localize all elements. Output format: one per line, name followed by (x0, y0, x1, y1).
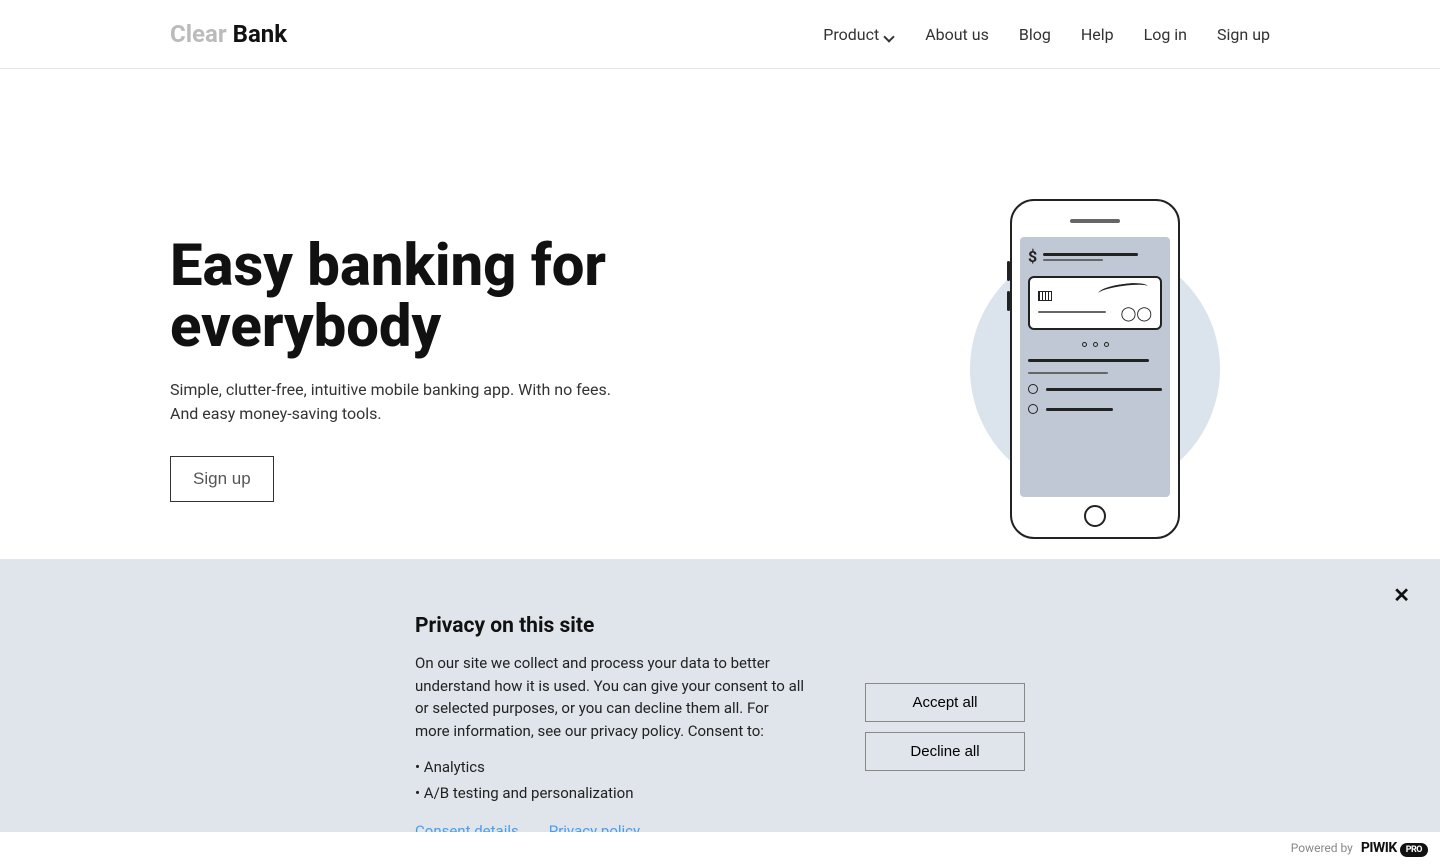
card-logo-icon: ◯◯ (1121, 306, 1152, 322)
hero-image: $ ◯◯ (920, 169, 1270, 569)
consent-title: Privacy on this site (415, 614, 805, 638)
logo-bank: Bank (233, 20, 287, 48)
close-button[interactable]: ✕ (1393, 583, 1410, 607)
hero-section: Easy banking for everybody Simple, clutt… (0, 69, 1440, 569)
hero-title: Easy banking for everybody (170, 236, 710, 358)
credit-card-illustration: ◯◯ (1028, 276, 1162, 330)
nav-login[interactable]: Log in (1144, 25, 1187, 44)
logo[interactable]: Clear Bank (170, 20, 287, 48)
nav-product-label: Product (823, 25, 879, 44)
consent-banner: ✕ Privacy on this site On our site we co… (0, 559, 1440, 864)
powered-label: Powered by (1291, 841, 1353, 855)
nav-help[interactable]: Help (1081, 25, 1114, 44)
list-row (1028, 404, 1162, 414)
consent-bullet-analytics: • Analytics (415, 758, 805, 776)
phone-screen: $ ◯◯ (1020, 237, 1170, 497)
dot-icon (1104, 342, 1109, 347)
bullet-icon (1028, 404, 1038, 414)
phone-side-button (1007, 261, 1010, 281)
consent-text: On our site we collect and process your … (415, 652, 805, 742)
phone-speaker (1070, 219, 1120, 223)
phone-illustration: $ ◯◯ (1010, 199, 1180, 539)
powered-by: Powered by PIWIK PRO (0, 832, 1440, 864)
consent-bullets: • Analytics • A/B testing and personaliz… (415, 758, 805, 802)
piwik-brand: PIWIK (1361, 840, 1397, 856)
text-line (1046, 388, 1162, 391)
accept-all-button[interactable]: Accept all (865, 683, 1025, 722)
chevron-down-icon (885, 29, 895, 39)
logo-clear: Clear (170, 20, 227, 48)
hero-subtitle: Simple, clutter-free, intuitive mobile b… (170, 378, 630, 426)
card-chip-icon (1038, 291, 1052, 301)
piwik-pro-badge: PRO (1400, 843, 1428, 857)
header: Clear Bank Product About us Blog Help Lo… (0, 0, 1440, 69)
nav-about[interactable]: About us (925, 25, 989, 44)
phone-home-button-icon (1084, 505, 1106, 527)
screen-header: $ (1028, 247, 1162, 266)
nav-blog[interactable]: Blog (1019, 25, 1051, 44)
hero-text: Easy banking for everybody Simple, clutt… (170, 236, 710, 502)
list-row (1028, 384, 1162, 394)
text-line (1043, 253, 1138, 256)
dot-icon (1082, 342, 1087, 347)
consent-left: Privacy on this site On our site we coll… (415, 614, 805, 840)
text-line (1043, 259, 1102, 261)
dot-icon (1093, 342, 1098, 347)
card-swoosh (1097, 281, 1148, 300)
consent-bullet-abtesting: • A/B testing and personalization (415, 784, 805, 802)
text-line (1038, 311, 1106, 313)
consent-content: Privacy on this site On our site we coll… (155, 614, 1285, 840)
text-line (1028, 372, 1108, 374)
pagination-dots (1028, 342, 1162, 347)
signup-button[interactable]: Sign up (170, 456, 274, 502)
text-line (1046, 408, 1113, 411)
consent-actions: Accept all Decline all (865, 683, 1025, 771)
nav-signup[interactable]: Sign up (1217, 25, 1270, 44)
text-line (1028, 359, 1149, 362)
nav-product[interactable]: Product (823, 25, 895, 44)
main-nav: Product About us Blog Help Log in Sign u… (823, 25, 1270, 44)
dollar-icon: $ (1028, 247, 1037, 266)
bullet-icon (1028, 384, 1038, 394)
decline-all-button[interactable]: Decline all (865, 732, 1025, 771)
phone-side-button (1007, 291, 1010, 311)
piwik-logo[interactable]: PIWIK PRO (1361, 840, 1428, 856)
